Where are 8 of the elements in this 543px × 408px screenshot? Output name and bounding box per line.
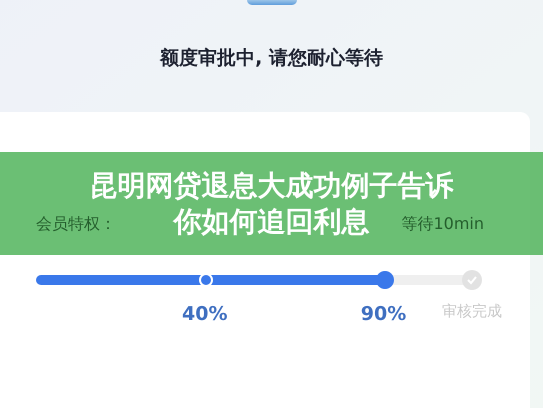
banner-title: 你如何追回利息 [174, 204, 370, 240]
orb-icon [246, 0, 296, 5]
status-title: 额度审批中, 请您耐心等待 [160, 46, 383, 71]
banner-title: 昆明网贷退息大成功例子告诉 [90, 168, 454, 204]
step-label: 40% [182, 302, 228, 327]
wait-text: 等待10min [401, 213, 485, 235]
step-label: 90% [360, 302, 406, 327]
member-label: 会员特权： [36, 213, 116, 235]
